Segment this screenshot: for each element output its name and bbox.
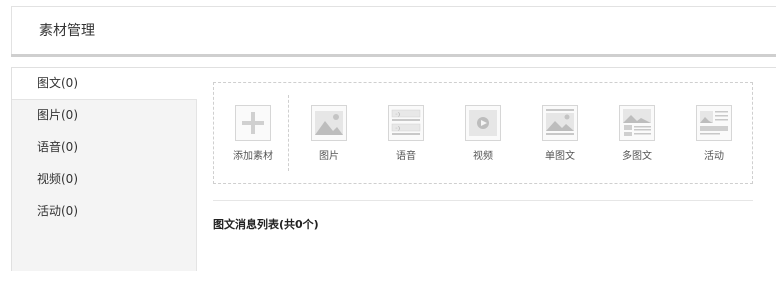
list-title: 图文消息列表(共0个) — [213, 218, 319, 231]
add-material-button[interactable]: 添加素材 — [223, 105, 283, 162]
sidebar-item-voice[interactable]: 语音(0) — [12, 132, 197, 164]
add-material-label: 添加素材 — [233, 151, 273, 162]
material-type-picker: 添加素材 图片 ◦) ◦) 语音 视频 单图文 多图文 活动 — [213, 82, 753, 184]
material-image-button[interactable]: 图片 — [299, 105, 359, 162]
plus-icon — [235, 105, 271, 141]
material-single-article-button[interactable]: 单图文 — [530, 105, 590, 162]
material-video-label: 视频 — [473, 151, 493, 162]
page-header: 素材管理 — [11, 6, 776, 54]
material-activity-label: 活动 — [704, 151, 724, 162]
sidebar-item-video[interactable]: 视频(0) — [12, 164, 197, 196]
sidebar-item-article[interactable]: 图文(0) — [12, 68, 197, 100]
material-voice-label: 语音 — [396, 151, 416, 162]
svg-text:◦): ◦) — [395, 126, 400, 132]
material-activity-button[interactable]: 活动 — [684, 105, 744, 162]
material-voice-button[interactable]: ◦) ◦) 语音 — [376, 105, 436, 162]
video-icon — [465, 105, 501, 141]
page-title: 素材管理 — [39, 23, 95, 39]
multi-article-icon — [619, 105, 655, 141]
material-multi-article-label: 多图文 — [622, 151, 652, 162]
content-panel: 图文(0) 图片(0) 语音(0) 视频(0) 活动(0) 添加素材 图片 ◦)… — [11, 67, 776, 271]
svg-text:◦): ◦) — [395, 112, 400, 118]
material-single-article-label: 单图文 — [545, 151, 575, 162]
list-divider — [213, 200, 753, 201]
material-video-button[interactable]: 视频 — [453, 105, 513, 162]
header-divider — [11, 54, 776, 57]
activity-icon — [696, 105, 732, 141]
material-image-label: 图片 — [319, 151, 339, 162]
image-icon — [311, 105, 347, 141]
picker-divider — [288, 95, 289, 171]
material-multi-article-button[interactable]: 多图文 — [607, 105, 667, 162]
sidebar-item-activity[interactable]: 活动(0) — [12, 196, 197, 228]
voice-icon: ◦) ◦) — [388, 105, 424, 141]
single-article-icon — [542, 105, 578, 141]
sidebar: 图文(0) 图片(0) 语音(0) 视频(0) 活动(0) — [12, 68, 197, 271]
sidebar-item-image[interactable]: 图片(0) — [12, 100, 197, 132]
